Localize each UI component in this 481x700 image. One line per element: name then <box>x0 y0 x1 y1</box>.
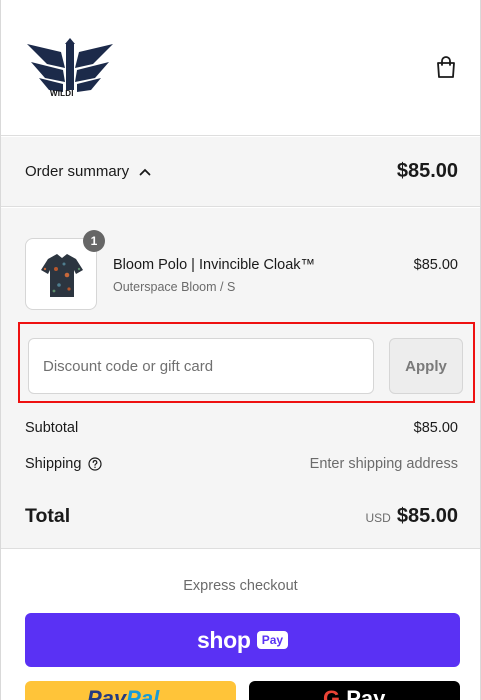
google-pay-wordmark: G Pay <box>323 686 385 700</box>
subtotal-row: Subtotal $85.00 <box>25 420 458 436</box>
product-variant: Outerspace Bloom / S <box>113 280 236 294</box>
brand-logo-text: WILDI <box>50 89 74 98</box>
total-label: Total <box>25 505 71 527</box>
product-name: Bloom Polo | Invincible Cloak™ <box>113 257 316 273</box>
paypal-wordmark-part1: Pay <box>87 686 127 700</box>
discount-code-input[interactable] <box>28 338 374 394</box>
order-summary-bar[interactable]: Order summary $85.00 <box>1 137 480 207</box>
order-summary-label: Order summary <box>25 163 130 180</box>
subtotal-label: Subtotal <box>25 420 79 436</box>
google-pay-button[interactable]: G Pay <box>249 681 460 700</box>
discount-section: Apply <box>18 322 475 403</box>
order-summary-toggle[interactable]: Order summary <box>25 163 151 180</box>
order-summary-panel: 1 Bloom Polo | Invincible Cloak™ Outersp… <box>1 208 480 549</box>
line-item: 1 Bloom Polo | Invincible Cloak™ Outersp… <box>25 230 458 310</box>
shop-pay-wordmark: shop <box>196 626 251 653</box>
quantity-badge: 1 <box>83 230 105 252</box>
paypal-button[interactable]: PayPal <box>25 681 236 700</box>
total-value: $85.00 <box>396 505 458 527</box>
currency-code: USD <box>365 511 391 525</box>
total-row: Total USD $85.00 <box>25 505 458 528</box>
chevron-up-icon <box>139 168 151 175</box>
subtotal-value: $85.00 <box>413 420 458 436</box>
express-checkout-label: Express checkout <box>183 578 298 594</box>
google-g-icon: G <box>323 686 341 700</box>
paypal-wordmark: PayPal <box>87 686 159 700</box>
apply-discount-button[interactable]: Apply <box>389 338 463 394</box>
help-icon[interactable] <box>88 457 103 471</box>
order-summary-total: $85.00 <box>396 160 458 182</box>
google-pay-word: Pay <box>346 686 386 700</box>
header: WILDI <box>1 0 480 136</box>
shopping-bag-icon[interactable] <box>433 54 459 80</box>
shipping-label: Shipping <box>25 456 82 472</box>
shipping-row: Shipping Enter shipping address <box>25 456 458 472</box>
shop-pay-button[interactable]: shop Pay <box>25 613 460 667</box>
paypal-wordmark-part2: Pal <box>126 686 160 700</box>
shop-pay-badge: Pay <box>256 631 289 649</box>
product-price: $85.00 <box>413 257 458 273</box>
shipping-value: Enter shipping address <box>309 456 458 472</box>
